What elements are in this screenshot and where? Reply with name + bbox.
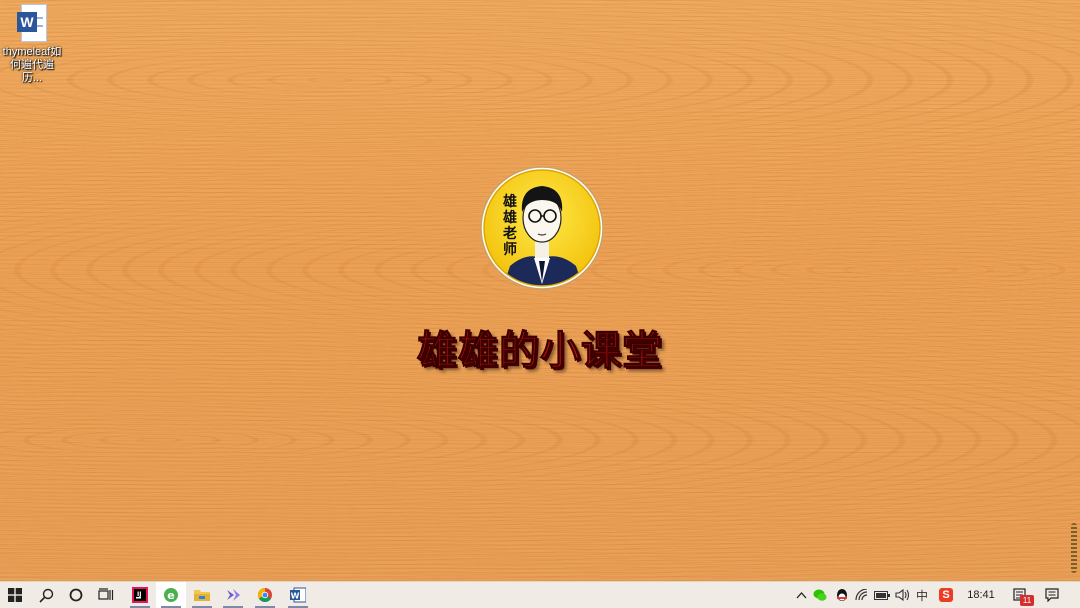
taskbar-app-word[interactable]: W <box>283 582 313 608</box>
logo-text: 雄 雄 老 师 <box>502 193 517 258</box>
qq-icon <box>837 588 847 601</box>
logo-char-4: 师 <box>503 241 517 258</box>
word-document-icon: W <box>15 4 49 42</box>
taskbar-app-file-explorer[interactable] <box>187 582 217 608</box>
tray-battery[interactable] <box>872 582 892 608</box>
svg-text:W: W <box>291 592 300 601</box>
chevron-up-icon <box>796 592 806 599</box>
logo-char-2: 雄 <box>502 209 517 226</box>
wechat-icon <box>813 589 827 601</box>
scroll-handle[interactable] <box>1071 523 1077 573</box>
file-explorer-icon <box>194 590 210 601</box>
logo-char-3: 老 <box>503 225 517 242</box>
windows-start-icon <box>8 588 22 602</box>
cortana-icon <box>69 588 83 602</box>
brand-title: 雄雄的小课堂 <box>417 327 663 375</box>
volume-icon <box>894 589 909 601</box>
teacher-avatar-logo: 雄 雄 老 师 <box>480 166 604 290</box>
notification-count-badge: 11 <box>1020 595 1034 606</box>
desktop-icon-word-document[interactable]: W thymeleaf如 何遍代遍历... <box>0 4 64 85</box>
message-icon: 11 <box>1013 588 1034 606</box>
tray-wifi[interactable] <box>852 582 872 608</box>
search-icon <box>38 588 53 603</box>
wifi-icon <box>855 589 868 601</box>
task-view-button[interactable] <box>91 582 121 608</box>
word-icon: W <box>290 587 306 603</box>
tray-wechat[interactable] <box>810 582 830 608</box>
tray-ime[interactable]: 中 <box>912 582 932 608</box>
tray-qq[interactable] <box>832 582 852 608</box>
taskbar: IJ e W 中 S 18:41 11 <box>0 581 1080 608</box>
browser-e-icon: e <box>164 588 178 602</box>
system-clock[interactable]: 18:41 <box>960 582 1002 608</box>
task-view-icon <box>98 588 114 600</box>
taskbar-app-intellij[interactable]: IJ <box>125 582 155 608</box>
show-hidden-icons-button[interactable] <box>791 582 811 608</box>
dev-tool-icon <box>227 589 240 601</box>
cortana-button[interactable] <box>61 582 91 608</box>
notifications-button[interactable]: 11 <box>1008 582 1034 608</box>
taskbar-app-browser[interactable]: e <box>156 582 186 608</box>
tray-volume[interactable] <box>892 582 912 608</box>
desktop-icon-label-line2: 何遍代遍历... <box>10 59 54 84</box>
logo-char-1: 雄 <box>502 193 517 210</box>
ime-indicator: 中 <box>915 588 928 603</box>
battery-icon <box>874 590 890 600</box>
action-center-icon <box>1045 588 1059 602</box>
desktop[interactable]: W thymeleaf如 何遍代遍历... 雄 雄 老 师 雄雄的小课堂 <box>0 0 1080 581</box>
start-button[interactable] <box>0 582 30 608</box>
taskbar-app-chrome[interactable] <box>250 582 280 608</box>
sogou-icon: S <box>939 588 953 602</box>
action-center-button[interactable] <box>1040 582 1064 608</box>
taskbar-app-dev-tool[interactable] <box>218 582 248 608</box>
desktop-icon-label: thymeleaf如 何遍代遍历... <box>0 46 64 85</box>
tray-sogou[interactable]: S <box>936 582 956 608</box>
intellij-idea-icon: IJ <box>132 587 148 603</box>
chrome-icon <box>258 588 272 602</box>
search-button[interactable] <box>31 582 61 608</box>
svg-text:IJ: IJ <box>137 591 141 598</box>
svg-text:e: e <box>167 589 174 602</box>
desktop-icon-label-line1: thymeleaf如 <box>2 46 62 58</box>
